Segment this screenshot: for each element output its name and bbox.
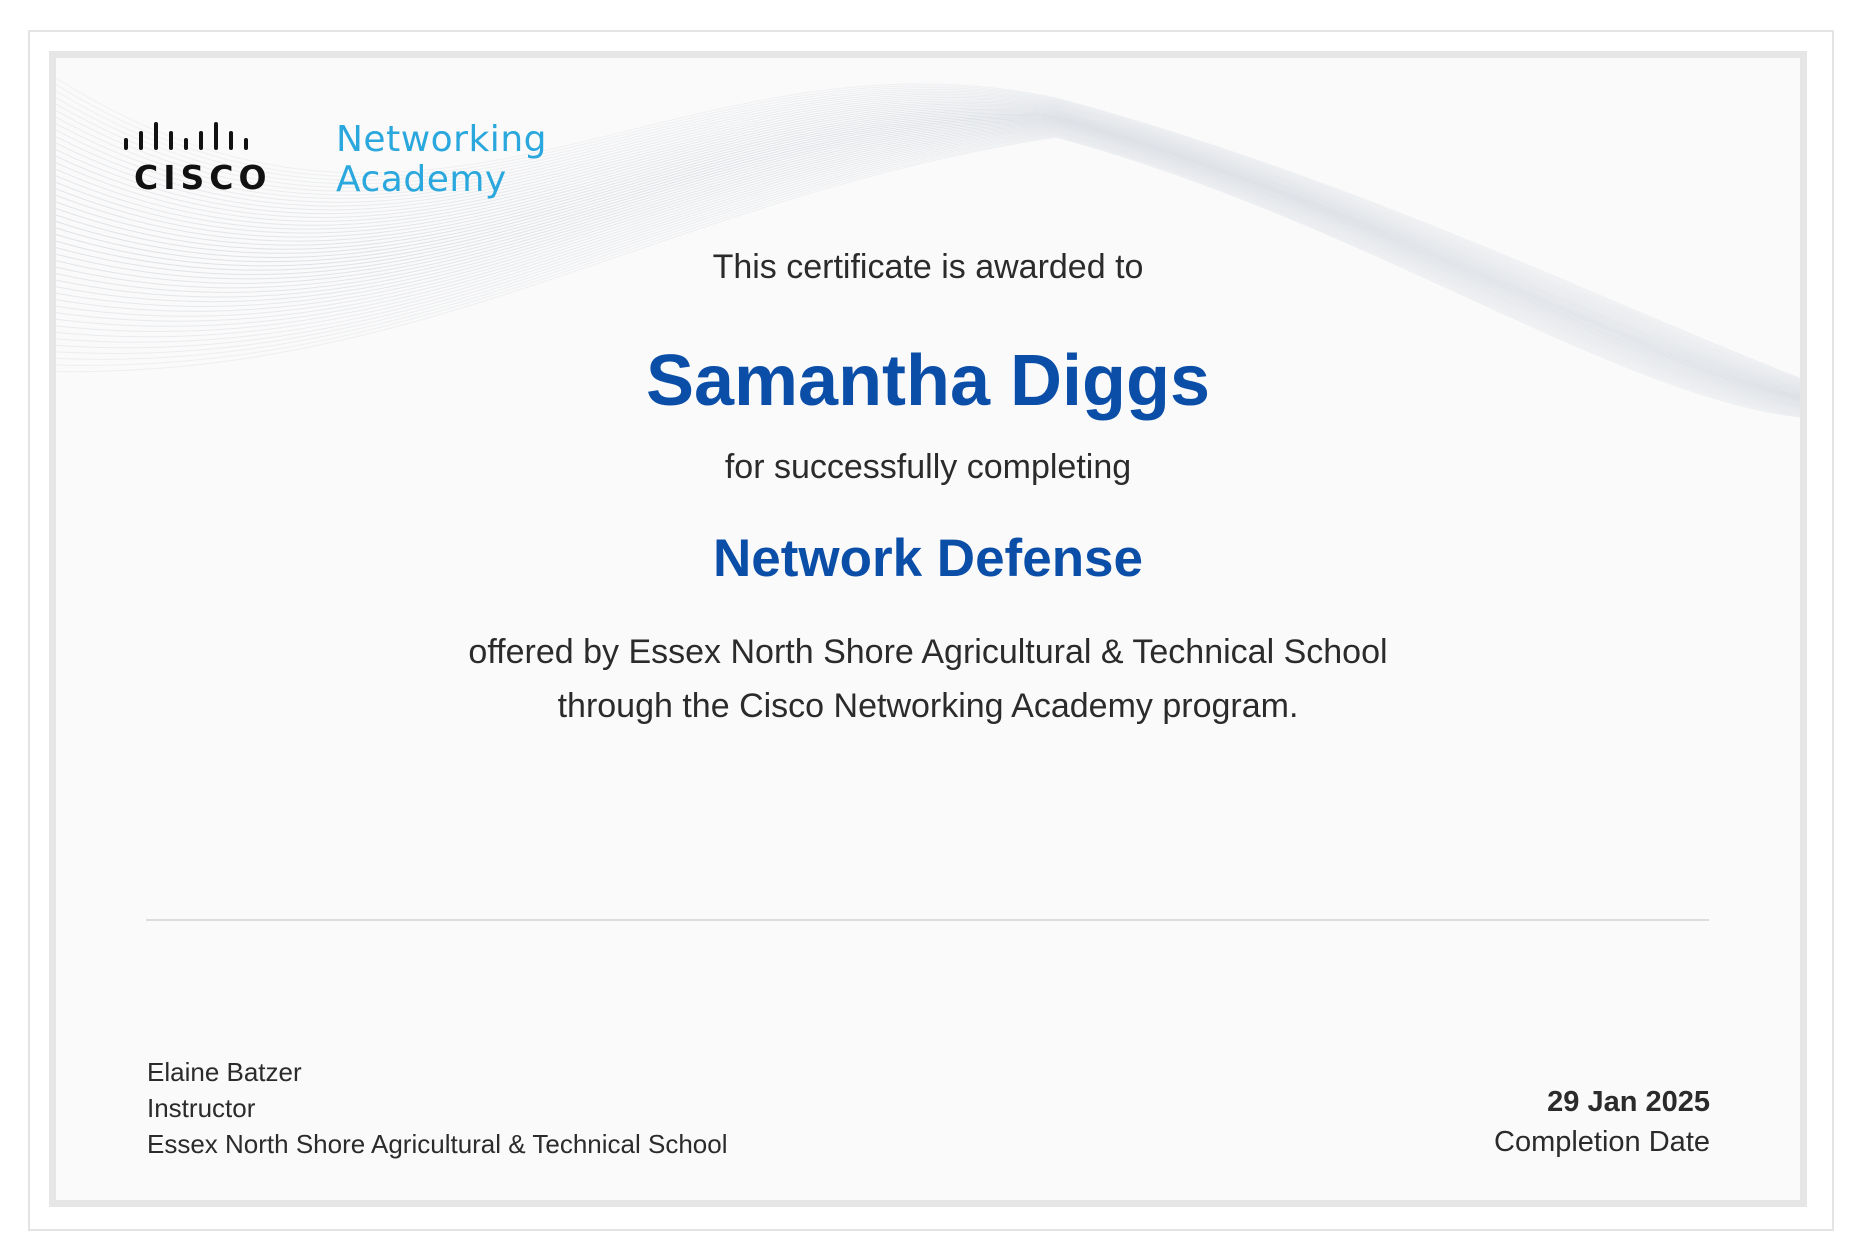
offered-by-line-2: through the Cisco Networking Academy pro…: [557, 687, 1299, 725]
certificate-card: CISCO Networking Academy This certificat…: [49, 51, 1807, 1207]
divider-line: [146, 919, 1709, 921]
recipient-name: Samantha Diggs: [645, 341, 1211, 421]
completing-text: for successfully completing: [724, 448, 1132, 486]
completion-date-block: 29 Jan 2025 Completion Date: [1494, 1082, 1710, 1162]
instructor-title: Instructor: [147, 1093, 256, 1123]
instructor-signature-block: Elaine Batzer Instructor Essex North Sho…: [147, 1054, 727, 1162]
awarded-to-text: This certificate is awarded to: [712, 248, 1144, 286]
logo-academy-text: Academy: [336, 159, 507, 200]
completion-date-value: 29 Jan 2025: [1547, 1086, 1710, 1118]
logo-networking-text: Networking: [336, 119, 547, 160]
cisco-bars-icon: [124, 122, 248, 150]
completion-date-label: Completion Date: [1494, 1126, 1710, 1158]
offered-by-text: offered by Essex North Shore Agricultura…: [56, 625, 1800, 733]
cisco-networking-academy-logo: CISCO Networking Academy: [122, 120, 546, 210]
course-title: Network Defense: [712, 529, 1144, 588]
offered-by-line-1: offered by Essex North Shore Agricultura…: [468, 633, 1388, 671]
cisco-wordmark: CISCO: [134, 158, 272, 197]
instructor-name: Elaine Batzer: [147, 1057, 302, 1087]
instructor-organization: Essex North Shore Agricultural & Technic…: [147, 1129, 728, 1159]
